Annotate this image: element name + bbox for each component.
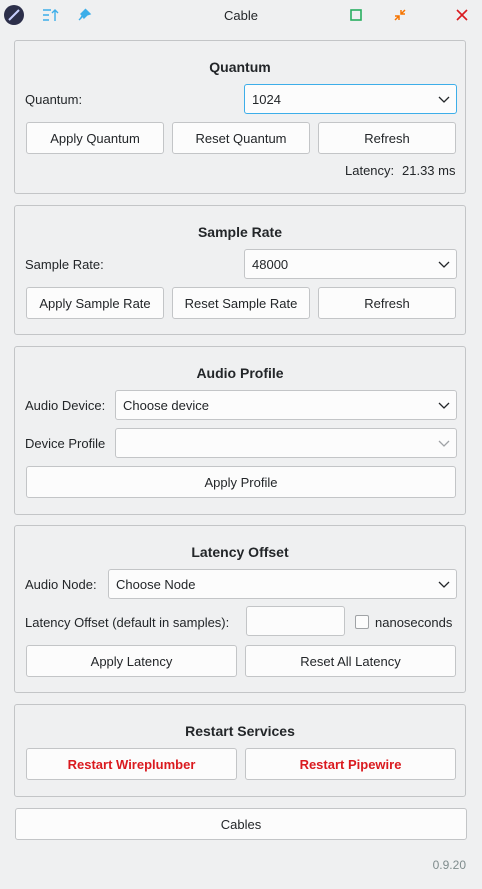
audio-node-label: Audio Node: xyxy=(25,577,97,592)
apply-sample-rate-button[interactable]: Apply Sample Rate xyxy=(26,287,164,319)
sample-rate-select[interactable]: 48000 xyxy=(244,249,457,279)
title-bar: Cable xyxy=(0,0,482,30)
close-icon[interactable] xyxy=(451,4,473,26)
refresh-sample-rate-button[interactable]: Refresh xyxy=(318,287,456,319)
reset-all-latency-button[interactable]: Reset All Latency xyxy=(245,645,456,677)
restart-services-group: Restart Services Restart Wireplumber Res… xyxy=(14,704,466,797)
maximize-icon[interactable] xyxy=(345,4,367,26)
latency-offset-label: Latency Offset (default in samples): xyxy=(25,615,230,630)
apply-quantum-button[interactable]: Apply Quantum xyxy=(26,122,164,154)
chevron-down-icon xyxy=(438,578,450,590)
latency-label: Latency: xyxy=(345,163,395,178)
quantum-select[interactable]: 1024 xyxy=(244,84,457,114)
sample-rate-title: Sample Rate xyxy=(197,224,283,240)
restart-services-title: Restart Services xyxy=(185,723,295,739)
version-label: 0.9.20 xyxy=(432,858,466,872)
apply-latency-button[interactable]: Apply Latency xyxy=(26,645,237,677)
chevron-down-icon xyxy=(438,258,450,270)
latency-offset-title: Latency Offset xyxy=(191,544,289,560)
chevron-down-icon xyxy=(438,437,450,449)
refresh-quantum-button[interactable]: Refresh xyxy=(318,122,456,154)
reset-sample-rate-button[interactable]: Reset Sample Rate xyxy=(172,287,310,319)
audio-device-select[interactable]: Choose device xyxy=(115,390,457,420)
apply-profile-button[interactable]: Apply Profile xyxy=(26,466,456,498)
restart-pipewire-button[interactable]: Restart Pipewire xyxy=(245,748,456,780)
audio-device-value: Choose device xyxy=(123,398,209,413)
restart-wireplumber-button[interactable]: Restart Wireplumber xyxy=(26,748,237,780)
chevron-down-icon xyxy=(438,399,450,411)
device-profile-select[interactable] xyxy=(115,428,457,458)
sample-rate-group: Sample Rate Sample Rate: 48000 Apply Sam… xyxy=(14,205,466,335)
audio-device-label: Audio Device: xyxy=(25,398,106,413)
reset-quantum-button[interactable]: Reset Quantum xyxy=(172,122,310,154)
latency-offset-group: Latency Offset Audio Node: Choose Node L… xyxy=(14,525,466,693)
chevron-down-icon xyxy=(438,93,450,105)
audio-node-select[interactable]: Choose Node xyxy=(108,569,457,599)
sample-rate-label: Sample Rate: xyxy=(25,257,104,272)
audio-node-value: Choose Node xyxy=(116,577,196,592)
nanoseconds-label: nanoseconds xyxy=(375,615,453,630)
quantum-label: Quantum: xyxy=(25,92,83,107)
sample-rate-value: 48000 xyxy=(252,257,289,272)
minimize-icon[interactable] xyxy=(389,4,411,26)
latency-offset-input[interactable] xyxy=(246,606,345,636)
device-profile-label: Device Profile xyxy=(25,436,106,451)
audio-profile-title: Audio Profile xyxy=(196,365,284,381)
audio-profile-group: Audio Profile Audio Device: Choose devic… xyxy=(14,346,466,515)
latency-value: 21.33 ms xyxy=(402,163,456,178)
cables-button[interactable]: Cables xyxy=(15,808,467,840)
quantum-value: 1024 xyxy=(252,92,281,107)
nanoseconds-checkbox[interactable] xyxy=(355,615,369,629)
quantum-group: Quantum Quantum: 1024 Apply Quantum Rese… xyxy=(14,40,466,194)
quantum-title: Quantum xyxy=(209,59,271,75)
